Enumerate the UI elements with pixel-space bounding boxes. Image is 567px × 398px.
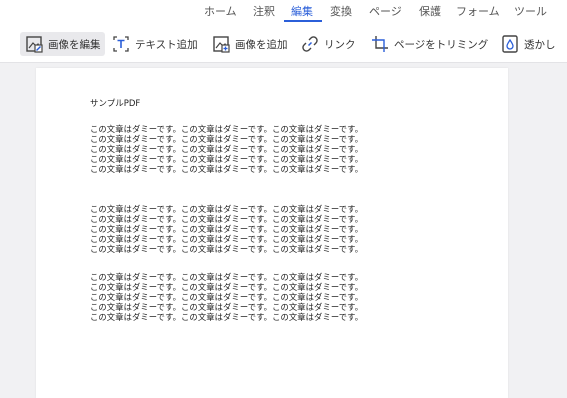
link-label: リンク — [324, 38, 356, 51]
add-text-icon — [111, 34, 131, 54]
document-page[interactable]: サンプルPDF この文章はダミーです。この文章はダミーです。この文章はダミーです… — [36, 68, 508, 398]
crop-page-icon — [370, 34, 390, 54]
add-image-button[interactable]: 画像を追加 — [211, 32, 288, 56]
menu-annotate[interactable]: 注釈 — [253, 5, 275, 19]
menu-home[interactable]: ホーム — [204, 5, 237, 19]
edit-image-label: 画像を編集 — [48, 38, 101, 51]
text-line: この文章はダミーです。この文章はダミーです。この文章はダミーです。 — [90, 234, 364, 245]
text-line: この文章はダミーです。この文章はダミーです。この文章はダミーです。 — [90, 164, 364, 175]
watermark-label: 透かし — [524, 38, 556, 51]
text-line: この文章はダミーです。この文章はダミーです。この文章はダミーです。 — [90, 282, 364, 293]
text-line: この文章はダミーです。この文章はダミーです。この文章はダミーです。 — [90, 124, 364, 134]
link-icon — [300, 34, 320, 54]
text-line: この文章はダミーです。この文章はダミーです。この文章はダミーです。 — [90, 204, 364, 214]
menu-convert[interactable]: 変換 — [330, 5, 352, 19]
text-line: この文章はダミーです。この文章はダミーです。この文章はダミーです。 — [90, 302, 364, 313]
link-button[interactable]: リンク — [300, 32, 356, 56]
add-text-button[interactable]: テキスト追加 — [111, 32, 198, 56]
text-line: この文章はダミーです。この文章はダミーです。この文章はダミーです。 — [90, 312, 364, 323]
text-line: この文章はダミーです。この文章はダミーです。この文章はダミーです。 — [90, 214, 364, 225]
text-line: この文章はダミーです。この文章はダミーです。この文章はダミーです。 — [90, 272, 364, 282]
paragraph-3: この文章はダミーです。この文章はダミーです。この文章はダミーです。 この文章はダ… — [90, 272, 490, 322]
active-menu-indicator — [284, 20, 322, 22]
watermark-icon — [500, 34, 520, 54]
crop-page-button[interactable]: ページをトリミング — [370, 32, 488, 56]
menu-tools[interactable]: ツール — [514, 5, 547, 19]
watermark-button[interactable]: 透かし — [500, 32, 556, 56]
paragraph-1: この文章はダミーです。この文章はダミーです。この文章はダミーです。 この文章はダ… — [90, 124, 490, 174]
menu-form[interactable]: フォーム — [456, 5, 500, 19]
text-line: この文章はダミーです。この文章はダミーです。この文章はダミーです。 — [90, 292, 364, 303]
paragraph-2: この文章はダミーです。この文章はダミーです。この文章はダミーです。 この文章はダ… — [90, 204, 490, 254]
text-line: この文章はダミーです。この文章はダミーです。この文章はダミーです。 — [90, 154, 364, 165]
text-line: この文章はダミーです。この文章はダミーです。この文章はダミーです。 — [90, 244, 364, 255]
document-title: サンプルPDF — [90, 99, 141, 109]
edit-image-icon — [24, 34, 44, 54]
text-line: この文章はダミーです。この文章はダミーです。この文章はダミーです。 — [90, 134, 364, 145]
menu-bar: ホーム 注釈 編集 変換 ページ 保護 フォーム ツール — [0, 0, 567, 26]
text-line: この文章はダミーです。この文章はダミーです。この文章はダミーです。 — [90, 144, 364, 155]
edit-image-button[interactable]: 画像を編集 — [20, 32, 105, 56]
crop-page-label: ページをトリミング — [394, 38, 489, 51]
menu-edit[interactable]: 編集 — [291, 5, 313, 19]
edit-toolbar: 画像を編集 テキスト追加 画像を追加 リンク ページをトリミング 透かし — [0, 26, 567, 63]
menu-page[interactable]: ページ — [369, 5, 402, 19]
add-text-label: テキスト追加 — [135, 38, 198, 51]
add-image-icon — [211, 34, 231, 54]
text-line: この文章はダミーです。この文章はダミーです。この文章はダミーです。 — [90, 224, 364, 235]
menu-protect[interactable]: 保護 — [419, 5, 441, 19]
add-image-label: 画像を追加 — [235, 38, 288, 51]
